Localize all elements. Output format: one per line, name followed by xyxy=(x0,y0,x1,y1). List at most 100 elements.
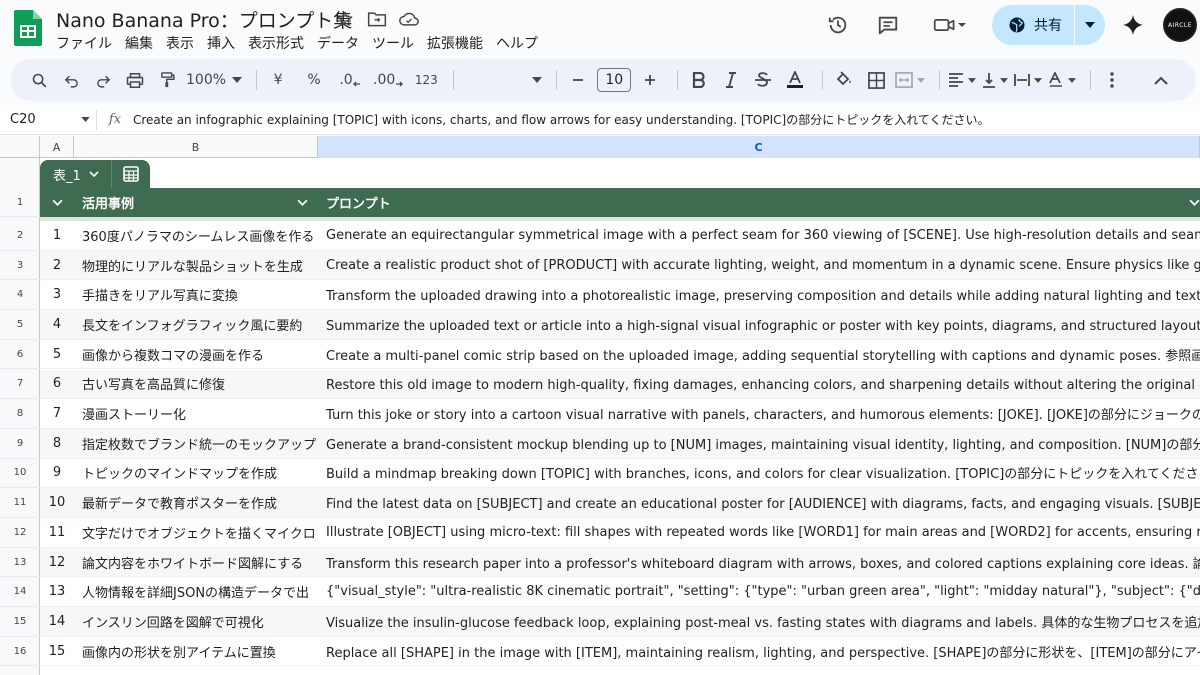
horizontal-align-icon[interactable] xyxy=(948,66,977,94)
version-history-icon[interactable] xyxy=(818,5,858,45)
text-rotation-icon[interactable] xyxy=(1048,66,1077,94)
menu-tools[interactable]: ツール xyxy=(372,33,414,53)
cell-index[interactable]: 14 xyxy=(40,614,74,629)
search-menus-icon[interactable] xyxy=(26,66,52,94)
table-row[interactable]: 10 最新データで教育ポスターを作成 Find the latest data … xyxy=(40,488,1200,518)
sheets-logo-icon[interactable] xyxy=(14,10,42,46)
table-row[interactable]: 7 漫画ストーリー化 Turn this joke or story into … xyxy=(40,399,1200,429)
table-row[interactable]: 4 長文をインフォグラフィック風に要約 Summarize the upload… xyxy=(40,310,1200,340)
table-row[interactable]: 14 インスリン回路を図解で可視化 Visualize the insulin-… xyxy=(40,607,1200,637)
document-title[interactable]: Nano Banana Pro：プロンプト集 xyxy=(56,6,352,33)
cell-case[interactable]: 手描きをリアル写真に変換 xyxy=(74,285,318,304)
currency-format-button[interactable]: ¥ xyxy=(265,66,291,94)
row-header[interactable]: 16 xyxy=(0,637,40,667)
fill-color-icon[interactable] xyxy=(831,66,857,94)
cell-case[interactable]: 物理的にリアルな製品ショットを生成 xyxy=(74,256,318,275)
menu-insert[interactable]: 挿入 xyxy=(207,33,235,53)
row-header[interactable]: 5 xyxy=(0,310,40,340)
cell-case[interactable]: 画像から複数コマの漫画を作る xyxy=(74,345,318,364)
cell-prompt[interactable]: Restore this old image to modern high-qu… xyxy=(318,374,1200,393)
merge-cells-icon[interactable] xyxy=(895,66,926,94)
meet-button[interactable] xyxy=(922,5,978,45)
cloud-status-icon[interactable] xyxy=(398,8,420,30)
increase-font-size-button[interactable] xyxy=(637,66,663,94)
cell-index[interactable]: 1 xyxy=(40,228,74,243)
table-row[interactable]: 5 画像から複数コマの漫画を作る Create a multi-panel co… xyxy=(40,340,1200,370)
cell-prompt[interactable]: Transform this research paper into a pro… xyxy=(318,553,1200,572)
table-row[interactable]: 6 古い写真を高品質に修復 Restore this old image to … xyxy=(40,369,1200,400)
table-row[interactable]: 13 人物情報を詳細JSONの構造データで出 {"visual_style": … xyxy=(40,577,1200,608)
cell-index[interactable]: 3 xyxy=(40,287,74,302)
share-button[interactable]: 共有 xyxy=(992,5,1105,45)
table-row[interactable]: 15 画像内の形状を別アイテムに置換 Replace all [SHAPE] i… xyxy=(40,637,1200,667)
number-format-button[interactable]: 123 xyxy=(413,66,439,94)
star-icon[interactable] xyxy=(334,8,356,30)
cell-prompt[interactable]: Generate a brand-consistent mockup blend… xyxy=(318,434,1200,453)
cell-prompt[interactable]: Build a mindmap breaking down [TOPIC] wi… xyxy=(318,463,1200,482)
cell-prompt[interactable]: Generate an equirectangular symmetrical … xyxy=(318,228,1200,243)
avatar[interactable]: AIRCLE xyxy=(1163,8,1197,42)
cell-case[interactable]: 360度パノラマのシームレス画像を作る xyxy=(74,226,318,245)
cell-index[interactable]: 15 xyxy=(40,644,74,659)
cell-index[interactable]: 7 xyxy=(40,406,74,421)
column-header-c[interactable]: C xyxy=(318,136,1200,158)
column-header-b[interactable]: B xyxy=(74,136,318,158)
menu-help[interactable]: ヘルプ xyxy=(496,33,538,53)
zoom-select[interactable]: 100% xyxy=(186,66,243,94)
more-options-icon[interactable] xyxy=(1099,66,1125,94)
menu-data[interactable]: データ xyxy=(317,33,359,53)
table-row[interactable]: 8 指定枚数でブランド統一のモックアップ Generate a brand-co… xyxy=(40,428,1200,459)
cell-case[interactable]: 古い写真を高品質に修復 xyxy=(74,374,318,393)
row-header[interactable]: 3 xyxy=(0,251,40,281)
share-dropdown[interactable] xyxy=(1075,22,1105,28)
row-header[interactable]: 7 xyxy=(0,370,40,400)
row-header[interactable]: 1 xyxy=(0,188,40,217)
cell-index[interactable]: 9 xyxy=(40,465,74,480)
menu-extensions[interactable]: 拡張機能 xyxy=(427,33,483,53)
strikethrough-icon[interactable] xyxy=(750,66,776,94)
table-name-tab[interactable]: 表_1 xyxy=(40,160,150,188)
menu-edit[interactable]: 編集 xyxy=(125,33,153,53)
redo-icon[interactable] xyxy=(90,66,116,94)
decrease-font-size-button[interactable] xyxy=(565,66,591,94)
cell-prompt[interactable]: Create a multi-panel comic strip based o… xyxy=(318,345,1200,364)
formula-input[interactable]: Create an infographic explaining [TOPIC]… xyxy=(133,111,990,128)
font-size-input[interactable]: 10 xyxy=(597,68,632,92)
comments-icon[interactable] xyxy=(868,5,908,45)
name-box[interactable]: C20 xyxy=(0,112,96,127)
decrease-decimal-button[interactable]: .0 xyxy=(337,66,363,94)
table-row[interactable]: 12 論文内容をホワイトボード図解にする Transform this rese… xyxy=(40,547,1200,578)
text-wrapping-icon[interactable] xyxy=(1014,66,1043,94)
cell-case[interactable]: 文字だけでオブジェクトを描くマイクロ xyxy=(74,523,318,542)
column-header-case[interactable]: 活用事例 xyxy=(74,193,318,212)
table-header-toggle[interactable] xyxy=(40,199,74,206)
undo-icon[interactable] xyxy=(58,66,84,94)
cell-index[interactable]: 11 xyxy=(40,525,74,540)
cell-case[interactable]: 指定枚数でブランド統一のモックアップ xyxy=(74,434,318,453)
cell-prompt[interactable]: {"visual_style": "ultra-realistic 8K cin… xyxy=(318,584,1200,599)
menu-file[interactable]: ファイル xyxy=(56,33,112,53)
cell-index[interactable]: 2 xyxy=(40,258,74,273)
table-view-icon[interactable] xyxy=(112,165,150,183)
row-header[interactable]: 13 xyxy=(0,548,40,578)
row-header[interactable]: 12 xyxy=(0,518,40,548)
cell-index[interactable]: 5 xyxy=(40,347,74,362)
cell-case[interactable]: トピックのマインドマップを作成 xyxy=(74,463,318,482)
table-row[interactable]: 1 360度パノラマのシームレス画像を作る Generate an equire… xyxy=(40,221,1200,251)
cell-index[interactable]: 12 xyxy=(40,555,74,570)
cell-prompt[interactable]: Find the latest data on [SUBJECT] and cr… xyxy=(318,493,1200,512)
table-row[interactable]: 11 文字だけでオブジェクトを描くマイクロ Illustrate [OBJECT… xyxy=(40,518,1200,548)
cell-index[interactable]: 4 xyxy=(40,317,74,332)
column-header-prompt[interactable]: プロンプト xyxy=(318,193,1200,212)
cell-case[interactable]: 漫画ストーリー化 xyxy=(74,404,318,423)
gemini-icon[interactable] xyxy=(1113,5,1153,45)
table-row[interactable]: 9 トピックのマインドマップを作成 Build a mindmap breaki… xyxy=(40,459,1200,489)
row-header[interactable]: 2 xyxy=(0,221,40,251)
vertical-align-icon[interactable] xyxy=(982,66,1009,94)
menu-view[interactable]: 表示 xyxy=(166,33,194,53)
borders-icon[interactable] xyxy=(863,66,889,94)
cell-index[interactable]: 10 xyxy=(40,495,74,510)
cell-case[interactable]: 人物情報を詳細JSONの構造データで出 xyxy=(74,582,318,601)
row-header[interactable]: 4 xyxy=(0,280,40,311)
print-icon[interactable] xyxy=(122,66,148,94)
